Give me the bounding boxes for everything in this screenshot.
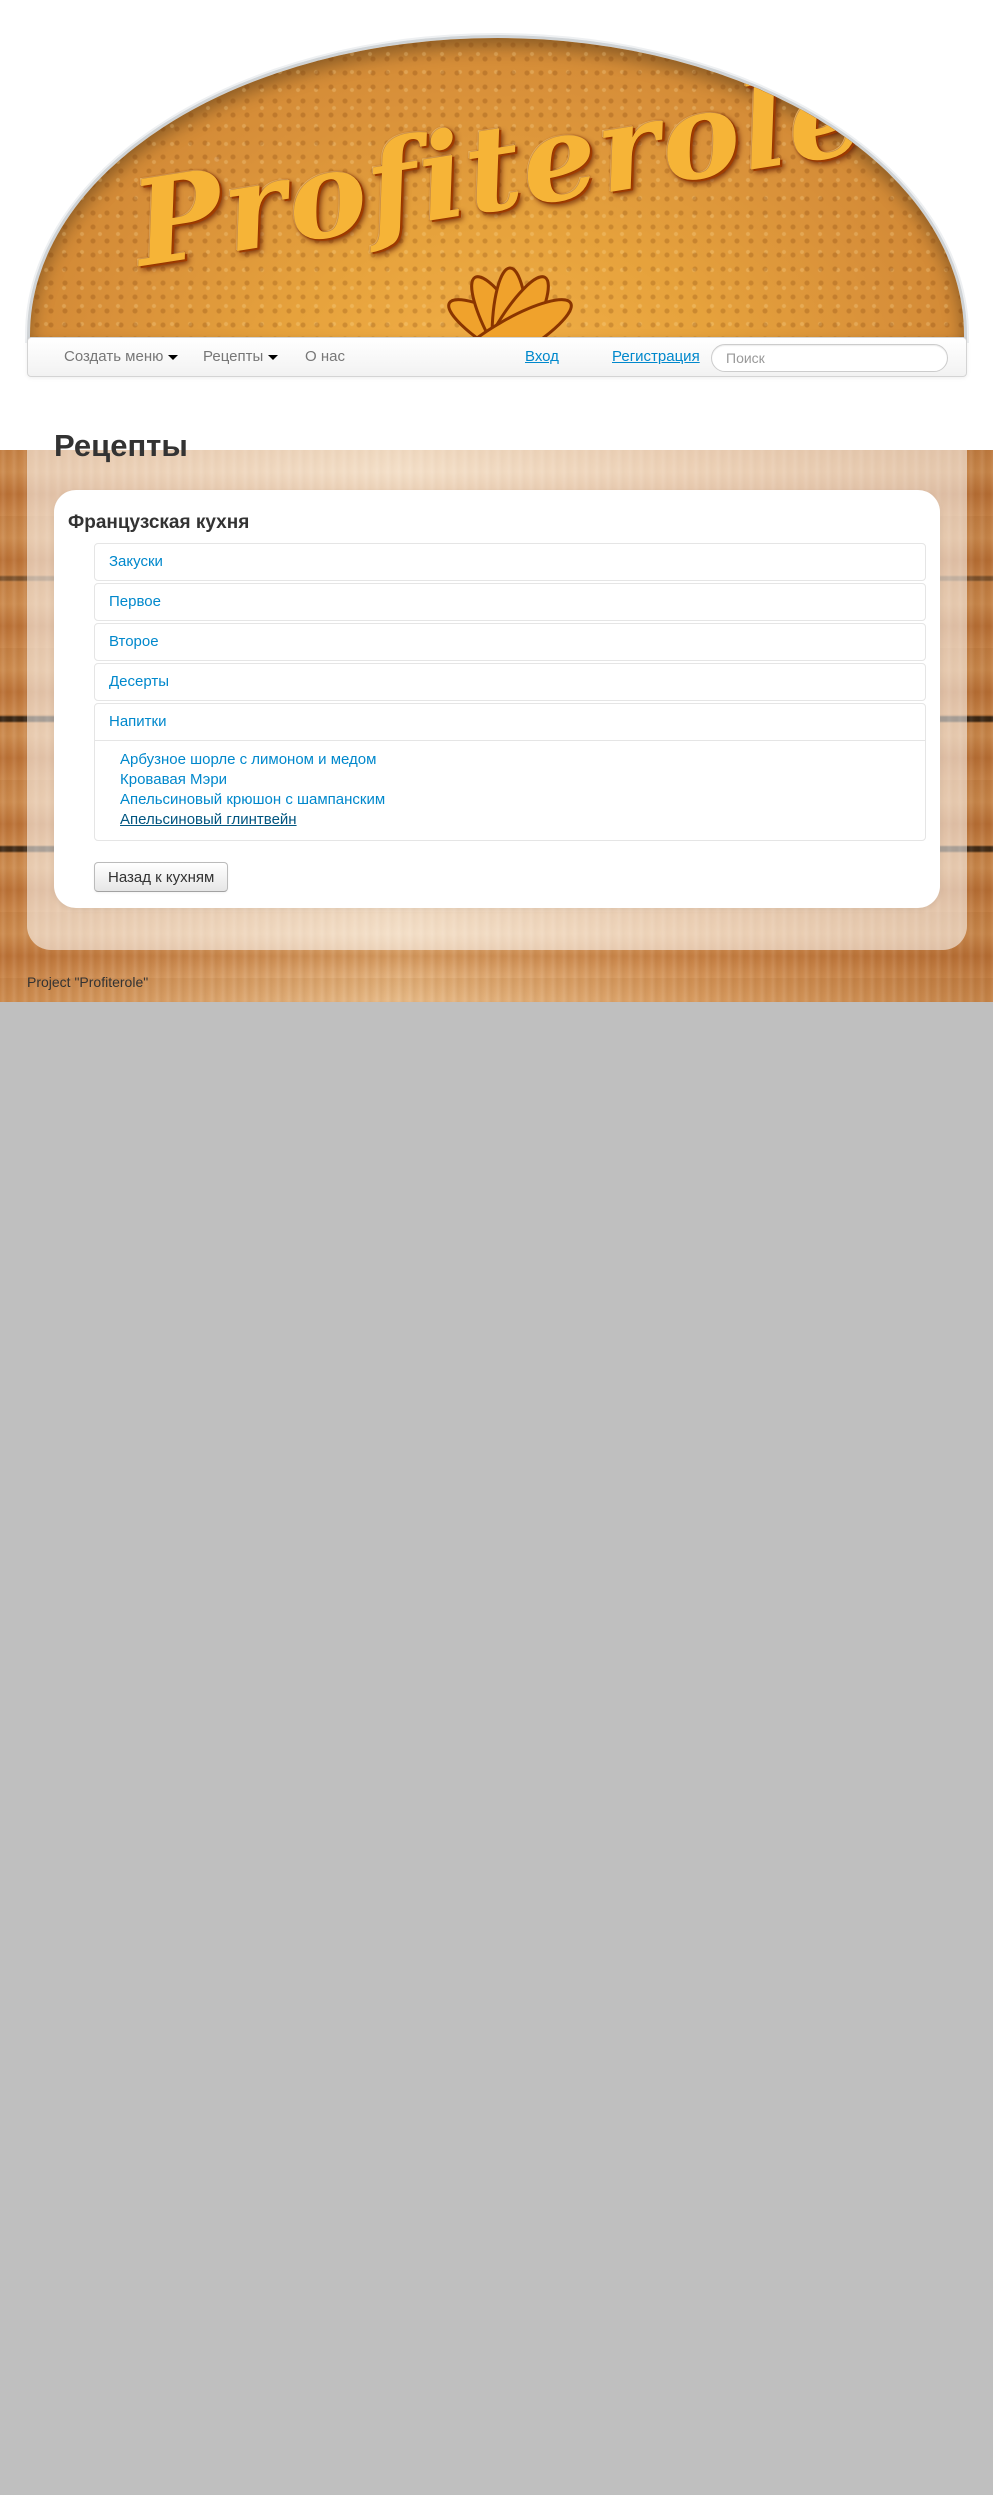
accordion-header-deserty[interactable]: Десерты xyxy=(95,664,925,700)
accordion-section-open: Напитки Арбузное шорле с лимоном и медом… xyxy=(94,703,926,841)
accordion-header-napitki[interactable]: Напитки xyxy=(95,704,925,740)
nav-about-link[interactable]: О нас xyxy=(305,338,345,376)
accordion-section: Второе xyxy=(94,623,926,661)
accordion-section: Закуски xyxy=(94,543,926,581)
nav-recipes-label: Рецепты xyxy=(203,348,264,365)
back-to-cuisines-button[interactable]: Назад к кухням xyxy=(94,862,229,892)
caret-down-icon xyxy=(268,354,279,360)
register-link[interactable]: Регистрация xyxy=(612,338,700,376)
top-navbar: Создать меню Рецепты О нас Вход Регистра… xyxy=(27,337,967,377)
accordion-body: Арбузное шорле с лимоном и медом Кровава… xyxy=(95,740,925,840)
recipe-link-active[interactable]: Апельсиновый глинтвейн xyxy=(120,810,900,830)
login-link[interactable]: Вход xyxy=(525,338,559,376)
recipe-link[interactable]: Арбузное шорле с лимоном и медом xyxy=(120,750,900,770)
accordion-section: Десерты xyxy=(94,663,926,701)
nav-create-menu-label: Создать меню xyxy=(64,348,164,365)
accordion-header-zakuski[interactable]: Закуски xyxy=(95,544,925,580)
page-title: Рецепты xyxy=(54,428,188,463)
search-input[interactable] xyxy=(711,344,948,372)
site-banner: Profiterole xyxy=(27,35,967,341)
nav-recipes-dropdown[interactable]: Рецепты xyxy=(203,338,279,376)
accordion-header-pervoe[interactable]: Первое xyxy=(95,584,925,620)
nav-create-menu-dropdown[interactable]: Создать меню xyxy=(64,338,179,376)
cuisine-title: Французская кухня xyxy=(68,512,250,533)
accordion-section: Первое xyxy=(94,583,926,621)
recipe-link[interactable]: Кровавая Мэри xyxy=(120,770,900,790)
cuisine-card: Французская кухня Закуски Первое Второе … xyxy=(54,490,940,908)
caret-down-icon xyxy=(168,354,179,360)
recipe-link[interactable]: Апельсиновый крюшон с шампанским xyxy=(120,790,900,810)
accordion-header-vtoroe[interactable]: Второе xyxy=(95,624,925,660)
footer-text: Project "Profiterole" xyxy=(27,974,149,990)
